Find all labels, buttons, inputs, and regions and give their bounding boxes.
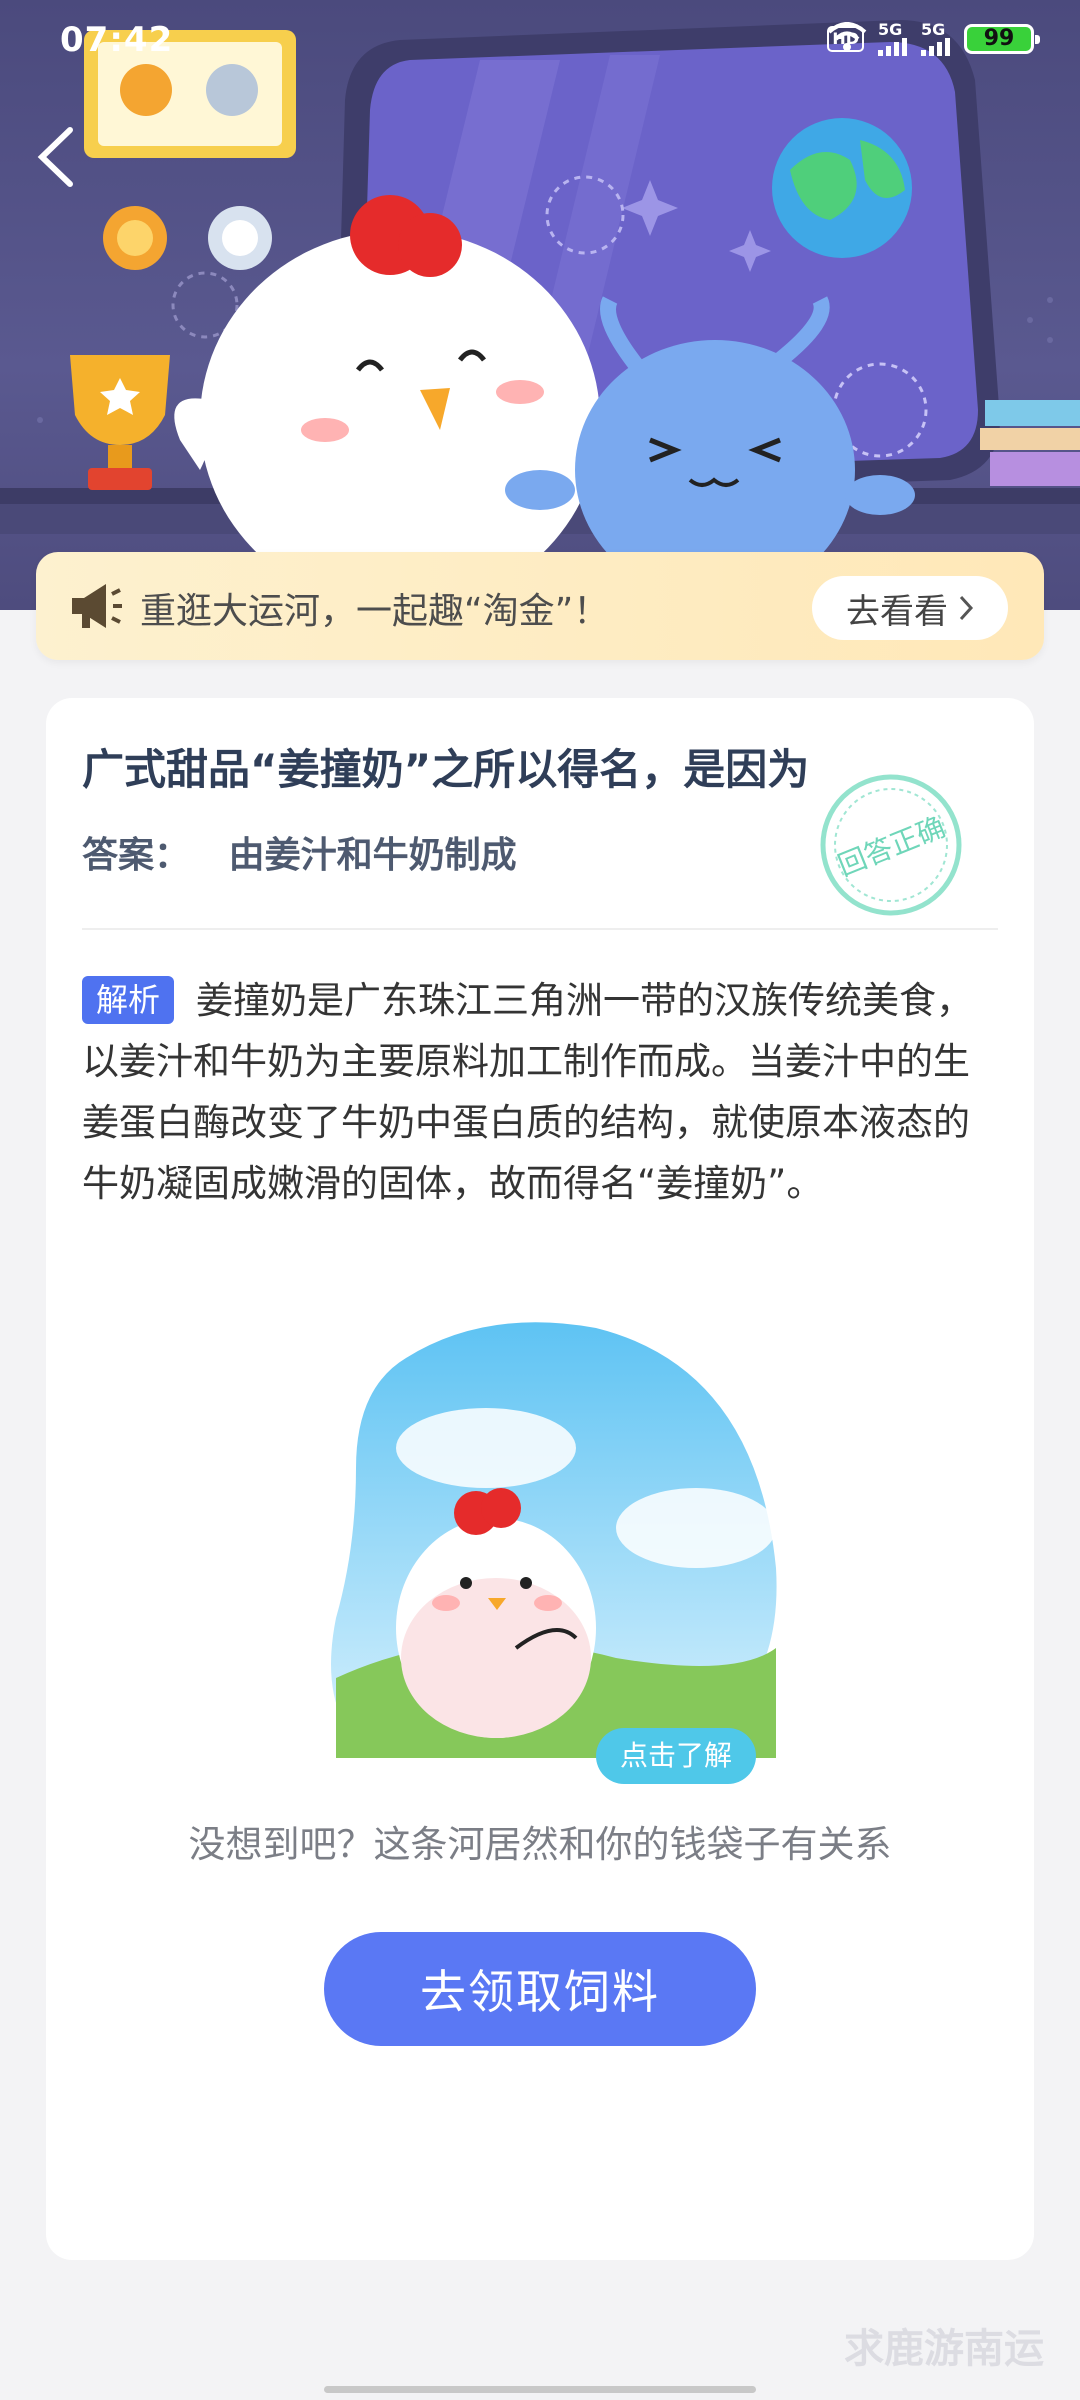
chevron-left-icon [37,127,73,187]
network-1-label: 5G [878,20,903,39]
promo-caption[interactable]: 没想到吧？这条河居然和你的钱袋子有关系 [46,1814,1034,1868]
status-bar: 07:42 HD 5G 5G 99 [0,0,1080,80]
chicken-promo-image: 点击了解 [331,1322,777,1784]
status-icons: HD 5G 5G 99 [827,22,1040,56]
go-see-label: 去看看 [846,591,948,632]
back-button[interactable] [32,122,82,192]
correct-stamp-icon: 回答正确 [820,774,962,916]
stamp-text: 回答正确 [833,810,949,883]
header-illustration [0,20,1080,610]
notice-banner[interactable]: 重逛大运河，一起趣“淘金”！ 去看看 [36,552,1044,660]
promo-tag: 点击了解 [620,1739,732,1772]
signal-2: 5G [921,22,950,56]
signal-bars-icon [921,38,950,56]
battery-indicator: 99 [964,24,1040,54]
header-banner: 07:42 HD 5G 5G 99 [0,0,1080,610]
analysis-section: 解析 姜撞奶是广东珠江三角洲一带的汉族传统美食，以姜汁和牛奶为主要原料加工制作而成… [82,970,998,1214]
answer-card: 广式甜品“姜撞奶”之所以得名，是因为 答案： 由姜汁和牛奶制成 回答正确 解析姜… [46,698,1034,2260]
notice-text: 重逛大运河，一起趣“淘金”！ [140,591,610,632]
promo-illustration[interactable]: 点击了解 [316,1318,816,1788]
analysis-text: 姜撞奶是广东珠江三角洲一带的汉族传统美食，以姜汁和牛奶为主要原料加工制作而成。当… [82,979,974,1205]
answer-row: 答案： 由姜汁和牛奶制成 [82,826,517,878]
analysis-badge: 解析 [82,976,175,1024]
signal-bars-icon [878,38,907,56]
megaphone-icon [72,584,122,628]
network-2-label: 5G [921,20,946,39]
question-title: 广式甜品“姜撞奶”之所以得名，是因为 [82,745,810,794]
chevron-right-icon [959,595,974,621]
signal-1: 5G [878,22,907,56]
claim-feed-button[interactable]: 去领取饲料 [324,1932,756,2046]
answer-text: 由姜汁和牛奶制成 [228,835,517,876]
watermark: 求鹿游南运 [844,2326,1044,2372]
home-indicator[interactable] [324,2386,756,2393]
wifi-icon [828,22,867,51]
go-see-button[interactable]: 去看看 [812,576,1008,640]
status-time: 07:42 [60,20,174,60]
answer-label: 答案： [82,835,191,876]
divider [82,928,998,930]
